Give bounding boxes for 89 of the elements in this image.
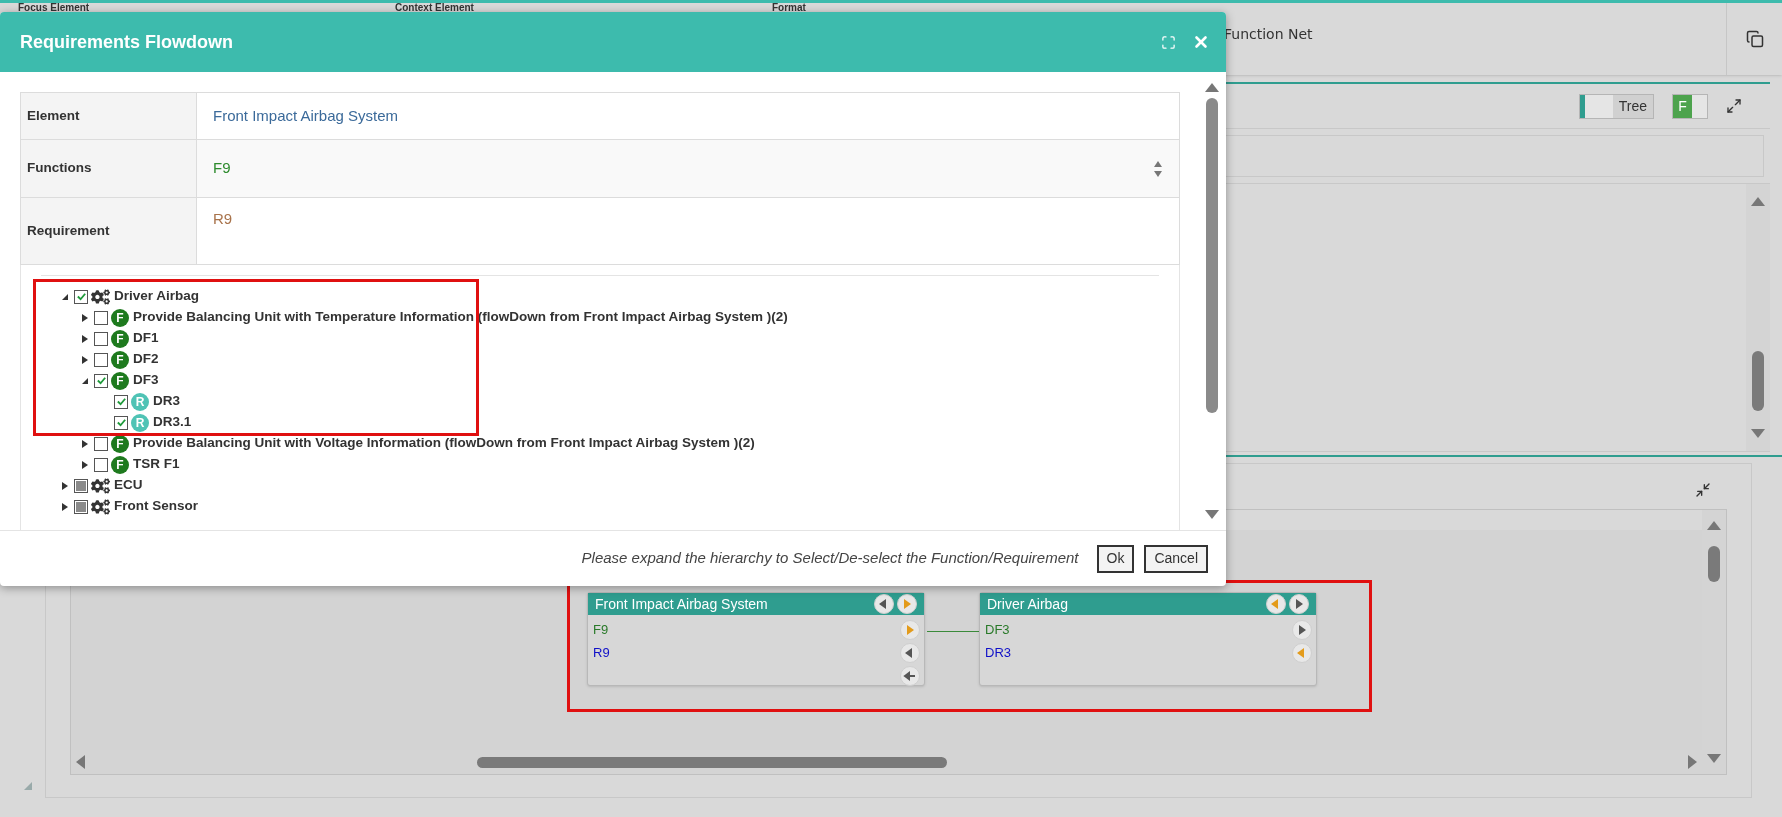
field-label: Functions: [21, 140, 197, 197]
expand-toggle-icon[interactable]: [61, 502, 69, 511]
dialog-title: Requirements Flowdown: [20, 30, 233, 54]
scroll-up-icon[interactable]: [1205, 82, 1219, 92]
tree-item-label[interactable]: DF2: [133, 349, 159, 370]
node-card[interactable]: Front Impact Airbag System F9 R9: [587, 592, 925, 686]
requirement-badge: R: [131, 392, 149, 411]
check-icon: [95, 375, 107, 386]
expand-icon[interactable]: [1726, 98, 1742, 114]
function-badge: F: [111, 308, 129, 327]
function-badge: F: [111, 350, 129, 369]
expand-toggle-icon[interactable]: [81, 313, 89, 322]
gears-icon: [91, 477, 110, 494]
tree-item-label[interactable]: ECU: [114, 475, 143, 496]
port-button[interactable]: [900, 665, 920, 686]
node-title: Front Impact Airbag System: [595, 594, 768, 614]
function-badge: F: [111, 455, 129, 474]
gears-icon: [91, 498, 110, 515]
function-badge: F: [111, 329, 129, 348]
column-label: Focus Element: [18, 3, 91, 12]
tree-checkbox[interactable]: [114, 415, 128, 430]
scrollbar[interactable]: [1746, 184, 1770, 451]
expand-toggle-icon[interactable]: [81, 355, 89, 364]
scroll-up-icon[interactable]: [1707, 520, 1721, 530]
field-label: Element: [21, 93, 197, 139]
tree-checkbox[interactable]: [94, 373, 108, 388]
tree-item-label[interactable]: DR3.1: [153, 412, 192, 433]
node-card[interactable]: Driver Airbag DF3 DR3: [979, 592, 1317, 686]
function-port-label: DF3: [985, 620, 1010, 639]
tree-checkbox[interactable]: [94, 436, 108, 451]
collapse-toggle-icon[interactable]: [81, 376, 89, 385]
expand-toggle-icon[interactable]: [61, 481, 69, 490]
tree-toggle[interactable]: Tree: [1579, 93, 1654, 119]
hint-text: Please expand the hierarchy to Select/De-select the Function/Requirement: [581, 548, 1079, 569]
scroll-down-icon[interactable]: [1707, 754, 1721, 764]
port-button[interactable]: [1289, 594, 1309, 614]
node-title: Driver Airbag: [987, 594, 1068, 614]
resize-grip-icon[interactable]: [24, 782, 32, 790]
function-port-label: F9: [593, 620, 609, 639]
port-button[interactable]: [874, 594, 894, 614]
tree-item-label[interactable]: DF1: [133, 328, 159, 349]
copy-icon: [1745, 30, 1764, 48]
scroll-thumb[interactable]: [1752, 351, 1764, 411]
tree-item-label[interactable]: TSR F1: [133, 454, 180, 475]
requirement-port-label: R9: [593, 643, 610, 662]
tree-item-label[interactable]: DR3: [153, 391, 180, 412]
collapse-icon[interactable]: [1695, 482, 1711, 498]
expand-toggle-icon[interactable]: [81, 439, 89, 448]
requirement-port-label: DR3: [985, 643, 1011, 662]
tree-checkbox[interactable]: [74, 289, 88, 304]
check-icon: [75, 291, 87, 302]
tree-item-label[interactable]: Provide Balancing Unit with Temperature Information (flowDown from Front Impact Airbag System )(2): [133, 307, 788, 328]
requirement-badge: R: [131, 413, 149, 432]
scroll-left-icon[interactable]: [75, 755, 85, 769]
field-label: Requirement: [21, 198, 197, 264]
port-button[interactable]: [1292, 619, 1312, 640]
scroll-thumb[interactable]: [1206, 98, 1218, 413]
expand-toggle-icon[interactable]: [81, 334, 89, 343]
column-label: Format: [772, 3, 807, 12]
scroll-thumb[interactable]: [1708, 546, 1720, 582]
check-icon: [115, 396, 127, 407]
function-badge: F: [111, 371, 129, 390]
tree-item-label[interactable]: Provide Balancing Unit with Voltage Information (flowDown from Front Impact Airbag System )(2): [133, 433, 755, 454]
column-label: Context Element: [395, 3, 475, 12]
ok-button[interactable]: Ok: [1096, 544, 1135, 573]
port-button[interactable]: [1266, 594, 1286, 614]
tree-checkbox[interactable]: [94, 352, 108, 367]
tree-item-label[interactable]: DF3: [133, 370, 159, 391]
port-button[interactable]: [897, 594, 917, 614]
expand-toggle-icon[interactable]: [81, 460, 89, 469]
scroll-up-icon[interactable]: [1751, 196, 1765, 206]
scroll-down-icon[interactable]: [1751, 429, 1765, 439]
gears-icon: [91, 288, 110, 305]
functions-select[interactable]: F9: [197, 140, 1179, 197]
port-button[interactable]: [900, 642, 920, 663]
scroll-thumb[interactable]: [476, 756, 947, 768]
tree-item-label[interactable]: Driver Airbag: [114, 286, 200, 307]
tree-checkbox[interactable]: [94, 331, 108, 346]
check-icon: [115, 417, 127, 428]
cancel-button[interactable]: Cancel: [1144, 544, 1208, 573]
tree-checkbox[interactable]: [94, 457, 108, 472]
connector-line: [927, 631, 979, 632]
tree-item-label[interactable]: Front Sensor: [114, 496, 198, 517]
scrollbar[interactable]: [1702, 510, 1726, 774]
tree-checkbox[interactable]: [94, 310, 108, 325]
scroll-right-icon[interactable]: [1688, 755, 1698, 769]
scroll-down-icon[interactable]: [1205, 510, 1219, 520]
tree-checkbox[interactable]: [114, 394, 128, 409]
collapse-toggle-icon[interactable]: [61, 292, 69, 301]
